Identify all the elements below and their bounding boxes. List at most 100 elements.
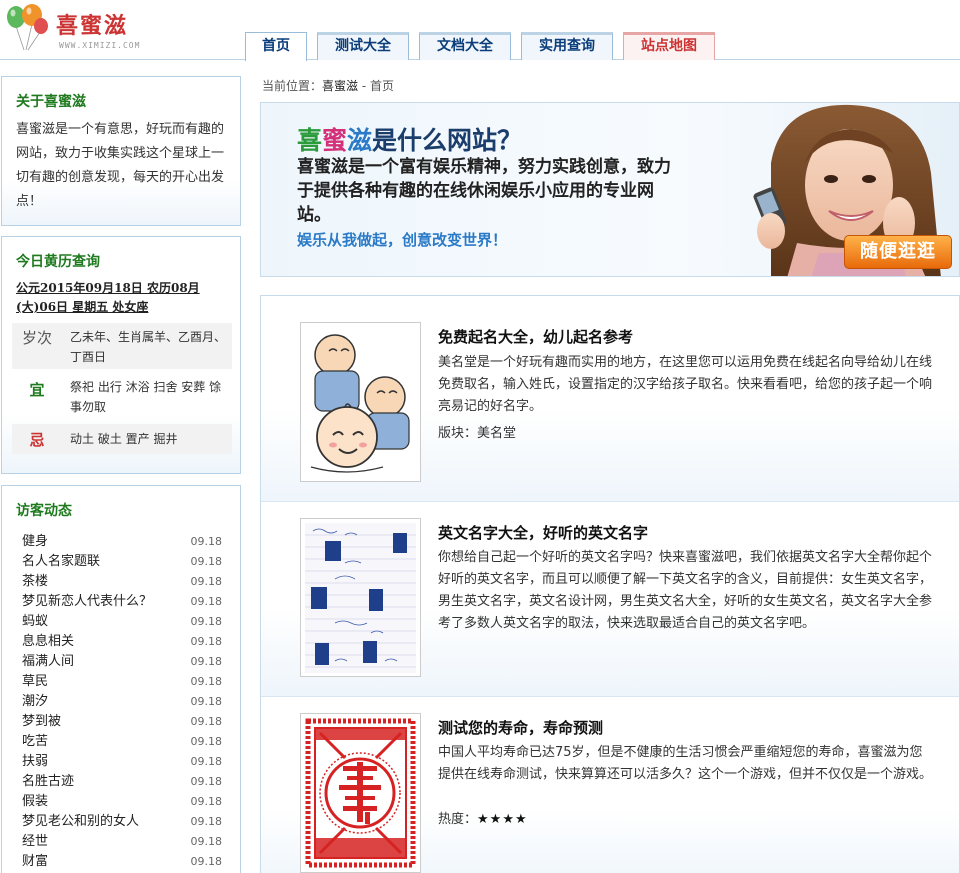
visitor-list: 健身 09.18 名人名家题联 09.18 茶楼 09.18 梦见新恋人代表什么？ 09.18…: [22, 532, 228, 872]
breadcrumb-current: 首页: [370, 79, 395, 93]
article-item: 免费起名大全，幼儿起名参考 美名堂是一个好玩有趣而实用的地方，在这里您可以运用免…: [261, 296, 959, 502]
visitor-item-name: 健身: [22, 534, 49, 549]
visitor-item-date: 09.18: [190, 855, 223, 868]
visitor-item-date: 09.18: [190, 755, 223, 768]
article-item: 测试您的寿命，寿命预测 中国人平均寿命已达75岁，但是不健康的生活习惯会严重缩短…: [261, 697, 959, 873]
visitor-list-item[interactable]: 假装 09.18: [22, 792, 228, 812]
banner-heading-char-3: 滋: [347, 126, 373, 155]
visitor-list-item[interactable]: 潮汐 09.18: [22, 692, 228, 712]
breadcrumb: 当前位置：喜蜜滋 - 首页: [262, 77, 394, 94]
tab-tests[interactable]: 测试大全: [317, 32, 409, 60]
visitor-list-item[interactable]: 健身 09.18: [22, 532, 228, 552]
visitor-item-date: 09.18: [190, 735, 223, 748]
tab-home-label: 首页: [262, 38, 290, 54]
visitor-list-item[interactable]: 扶弱 09.18: [22, 752, 228, 772]
visitor-item-name: 梦见新恋人代表什么？: [22, 594, 153, 609]
visitor-list-item[interactable]: 经世 09.18: [22, 832, 228, 852]
banner-description: 喜蜜滋是一个富有娱乐精神，努力实践创意，致力于提供各种有趣的在线休闲娱乐小应用的…: [297, 157, 671, 225]
visitor-item-name: 假装: [22, 794, 49, 809]
visitor-list-item[interactable]: 梦到被 09.18: [22, 712, 228, 732]
visitor-item-name: 财富: [22, 854, 49, 869]
article-title-link[interactable]: 免费起名大全，幼儿起名参考: [438, 326, 633, 347]
tab-sitemap[interactable]: 站点地图: [623, 32, 715, 60]
visitor-item-name: 茶楼: [22, 574, 49, 589]
visitor-item-name: 梦到被: [22, 714, 62, 729]
almanac-yi-label: 宜: [29, 381, 45, 399]
tab-tests-label: 测试大全: [335, 38, 391, 54]
tab-documents-label: 文档大全: [437, 38, 493, 54]
longevity-papercut-image: [305, 718, 416, 868]
header: 喜蜜滋 WWW.XIMIZI.COM 首页 测试大全 文档大全 实用查询 站点地…: [0, 0, 960, 61]
visitor-list-item[interactable]: 息息相关 09.18: [22, 632, 228, 652]
visitor-item-name: 息息相关: [22, 634, 75, 649]
article-description: 你想给自己起一个好听的英文名字吗？快来喜蜜滋吧，我们依据英文名字大全帮你起个好听…: [438, 550, 933, 631]
article-title-link[interactable]: 英文名字大全，好听的英文名字: [438, 522, 648, 543]
about-title: 关于喜蜜滋: [16, 94, 86, 110]
visitor-item-name: 吃苦: [22, 734, 49, 749]
visitor-list-item[interactable]: 吃苦 09.18: [22, 732, 228, 752]
visitor-activity-title: 访客动态: [16, 503, 72, 519]
brand-url: WWW.XIMIZI.COM: [59, 41, 141, 50]
banner-heading-char-2: 蜜: [322, 126, 348, 155]
visitor-item-date: 09.18: [190, 775, 223, 788]
breadcrumb-home-link[interactable]: 喜蜜滋: [322, 79, 358, 93]
visitor-activity-box: 访客动态 健身 09.18 名人名家题联 09.18 茶楼 09.18 梦见新恋人代表什么？…: [1, 485, 241, 873]
tab-query[interactable]: 实用查询: [521, 32, 613, 60]
balloons-logo-icon: [7, 4, 48, 51]
intro-banner: 喜蜜滋是什么网站？ 喜蜜滋是一个富有娱乐精神，努力实践创意，致力于提供各种有趣的…: [260, 102, 960, 277]
article-thumbnail[interactable]: [300, 322, 421, 482]
visitor-list-item[interactable]: 梦见新恋人代表什么？ 09.18: [22, 592, 228, 612]
almanac-sui-value: 乙未年、生肖属羊、乙酉月、丁酉日: [70, 330, 227, 364]
visitor-item-date: 09.18: [190, 615, 223, 628]
logo[interactable]: 喜蜜滋 WWW.XIMIZI.COM: [4, 4, 164, 54]
about-text: 喜蜜滋是一个有意思，好玩而有趣的网站，致力于收集实践这个星球上一切有趣的创意发现…: [16, 122, 225, 209]
popularity-label: 热度：: [438, 812, 478, 827]
article-section[interactable]: 版块：美名堂: [438, 422, 516, 441]
visitor-item-date: 09.18: [190, 835, 223, 848]
tab-sitemap-label: 站点地图: [641, 38, 697, 54]
visitor-item-name: 梦见老公和别的女人: [22, 814, 140, 829]
visitor-item-date: 09.18: [190, 815, 223, 828]
star-rating-icon: ★★★★: [477, 812, 528, 827]
banner-heading-char-1: 喜: [297, 126, 323, 155]
browse-randomly-button[interactable]: 随便逛逛: [844, 235, 952, 269]
breadcrumb-prefix: 当前位置：: [262, 79, 323, 93]
banner-heading: 喜蜜滋是什么网站？: [297, 121, 522, 157]
brand-name: 喜蜜滋: [56, 14, 129, 39]
almanac-ji-label: 忌: [29, 431, 45, 449]
almanac-sui-label: 岁次: [21, 329, 52, 347]
visitor-item-date: 09.18: [190, 715, 223, 728]
visitor-item-date: 09.18: [190, 635, 223, 648]
cartoon-babies-image: [305, 327, 416, 477]
visitor-item-date: 09.18: [190, 655, 223, 668]
article-description: 中国人平均寿命已达75岁，但是不健康的生活习惯会严重缩短您的寿命，喜蜜滋为您提供…: [438, 745, 933, 782]
visitor-list-item[interactable]: 福满人间 09.18: [22, 652, 228, 672]
almanac-yi-value: 祭祀 出行 沐浴 扫舍 安葬 馀事勿取: [70, 380, 222, 414]
article-list: 免费起名大全，幼儿起名参考 美名堂是一个好玩有趣而实用的地方，在这里您可以运用免…: [260, 295, 960, 873]
visitor-list-item[interactable]: 梦见老公和别的女人 09.18: [22, 812, 228, 832]
almanac-title: 今日黄历查询: [16, 254, 100, 270]
visitor-item-date: 09.18: [190, 555, 223, 568]
visitor-item-date: 09.18: [190, 535, 223, 548]
tab-home[interactable]: 首页: [245, 32, 307, 61]
visitor-item-date: 09.18: [190, 575, 223, 588]
visitor-list-item[interactable]: 草民 09.18: [22, 672, 228, 692]
almanac-date[interactable]: 公元2015年09月18日 农历08月(大)06日 星期五 处女座: [16, 279, 230, 317]
banner-heading-rest: 是什么网站？: [372, 126, 523, 155]
article-title-link[interactable]: 测试您的寿命，寿命预测: [438, 717, 603, 738]
breadcrumb-separator: -: [358, 79, 370, 93]
banner-slogan: 娱乐从我做起，创意改变世界！: [297, 231, 508, 249]
article-thumbnail[interactable]: [300, 713, 421, 873]
visitor-item-name: 扶弱: [22, 754, 49, 769]
visitor-list-item[interactable]: 茶楼 09.18: [22, 572, 228, 592]
visitor-list-item[interactable]: 名胜古迹 09.18: [22, 772, 228, 792]
article-thumbnail[interactable]: [300, 518, 421, 677]
visitor-item-date: 09.18: [190, 595, 223, 608]
almanac-box: 今日黄历查询 公元2015年09月18日 农历08月(大)06日 星期五 处女座…: [1, 236, 241, 474]
visitor-list-item[interactable]: 蚂蚁 09.18: [22, 612, 228, 632]
tab-documents[interactable]: 文档大全: [419, 32, 511, 60]
tab-query-label: 实用查询: [539, 38, 595, 54]
visitor-item-name: 经世: [22, 834, 49, 849]
visitor-list-item[interactable]: 名人名家题联 09.18: [22, 552, 228, 572]
visitor-list-item[interactable]: 财富 09.18: [22, 852, 228, 872]
